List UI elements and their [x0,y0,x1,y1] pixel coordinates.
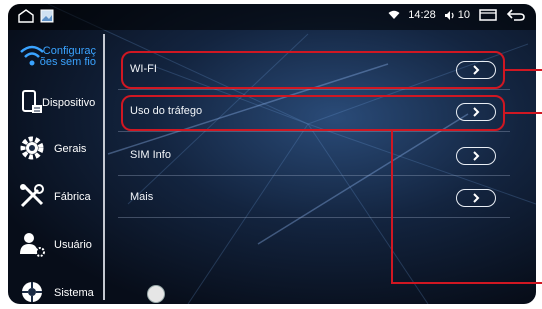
status-time: 14:28 [408,9,436,21]
sidebar-item-device[interactable]: Dispositivo [8,80,104,126]
settings-row-more[interactable]: Mais [118,178,510,218]
row-label: SIM Info [130,149,171,161]
sidebar-item-label: Configuraç ões sem fio [39,45,96,68]
recent-apps-icon[interactable] [478,8,498,22]
volume-level: 10 [457,9,470,21]
row-divider [118,217,510,218]
sidebar: Configuraç ões sem fio Dispositivo Gerai… [8,30,104,304]
sidebar-item-label: Dispositivo [42,97,96,109]
system-gear-icon [22,282,42,302]
chevron-right-icon [473,193,480,203]
callout-line-wifi [505,69,542,71]
row-label: Mais [130,191,154,203]
volume-icon[interactable] [444,10,456,21]
sidebar-item-general[interactable]: Gerais [8,126,104,172]
home-outline-icon[interactable] [18,9,34,23]
callout-line-vertical [391,131,393,283]
sidebar-item-label: Fábrica [54,191,91,203]
open-sim-info-button[interactable] [456,147,496,165]
head-unit-screen: 14:28 10 Configuraç ões sem fio Disposit… [8,4,536,304]
home-button[interactable] [147,285,165,303]
status-bar: 14:28 10 [8,4,536,30]
sidebar-item-wireless[interactable]: Configuraç ões sem fio [8,34,104,80]
row-divider [118,89,510,90]
back-icon[interactable] [506,8,526,22]
sidebar-divider [103,34,105,300]
highlight-box-traffic [121,95,505,131]
chevron-right-icon [473,151,480,161]
sidebar-item-user[interactable]: Usuário [8,222,104,268]
settings-row-sim-info[interactable]: SIM Info [118,136,510,176]
sidebar-item-label: Usuário [54,239,92,251]
row-divider [118,175,510,176]
highlight-box-wifi [121,51,505,89]
image-thumb-icon[interactable] [40,9,54,23]
callout-line-bottom [391,282,542,284]
user-gear-icon [20,233,45,257]
row-divider [118,131,510,132]
sidebar-item-system[interactable]: Sistema [8,270,104,304]
gear-icon [20,136,44,160]
open-more-button[interactable] [456,189,496,207]
sidebar-item-label: Sistema [54,287,94,299]
sidebar-item-factory[interactable]: Fábrica [8,174,104,220]
callout-line-traffic [505,112,542,114]
tools-icon [20,184,44,208]
sidebar-item-label: Gerais [54,143,87,155]
wifi-icon [388,10,400,19]
